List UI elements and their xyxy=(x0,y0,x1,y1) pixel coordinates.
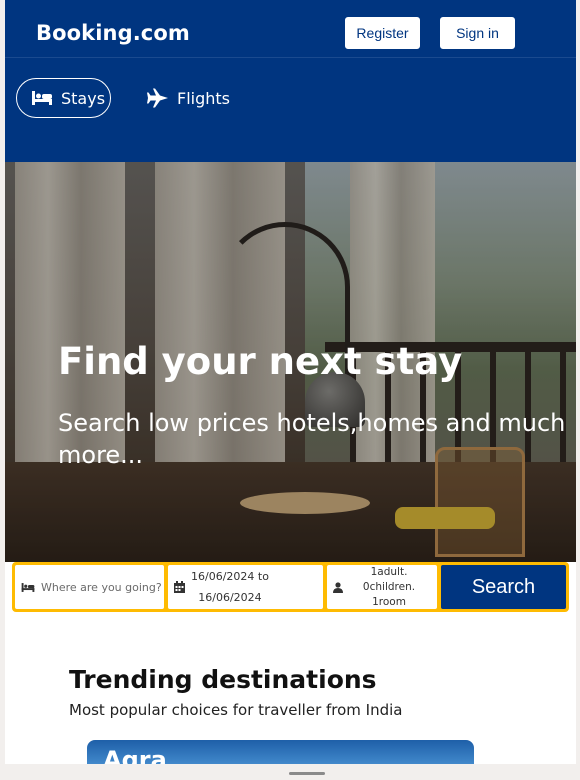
bed-icon xyxy=(32,91,52,105)
search-bar: Where are you going? 16/06/2024 to 16/06… xyxy=(12,562,569,612)
tab-flights[interactable]: Flights xyxy=(147,78,230,118)
search-button[interactable]: Search xyxy=(441,565,566,609)
header: Booking.com Register Sign in Stays Fligh… xyxy=(5,0,576,162)
home-indicator[interactable] xyxy=(289,772,325,775)
register-button[interactable]: Register xyxy=(345,17,420,49)
guests-selector[interactable]: 1adult. 0children. 1room xyxy=(327,565,437,609)
hero-title: Find your next stay xyxy=(58,340,463,383)
guests-rooms: 1room xyxy=(372,595,406,608)
guests-adults: 1adult. xyxy=(370,565,408,578)
date-range: 16/06/2024 to 16/06/2024 xyxy=(191,566,269,608)
sign-in-button[interactable]: Sign in xyxy=(440,17,515,49)
tab-stays-label: Stays xyxy=(61,88,106,108)
header-divider xyxy=(5,57,576,58)
tab-flights-label: Flights xyxy=(177,88,230,108)
destination-placeholder: Where are you going? xyxy=(41,580,162,594)
guests-summary: 1adult. 0children. 1room xyxy=(349,565,429,610)
logo[interactable]: Booking.com xyxy=(36,21,190,45)
page: Booking.com Register Sign in Stays Fligh… xyxy=(5,0,576,780)
bed-icon xyxy=(21,582,35,592)
tab-stays[interactable]: Stays xyxy=(16,78,111,118)
calendar-icon xyxy=(174,581,185,593)
person-icon xyxy=(333,581,343,593)
airplane-icon xyxy=(147,88,168,108)
trending-subtitle: Most popular choices for traveller from … xyxy=(69,701,403,719)
date-from: 16/06/2024 to xyxy=(191,570,269,583)
trending-title: Trending destinations xyxy=(69,665,377,694)
hero-subtitle: Search low prices hotels,homes and much … xyxy=(58,409,566,469)
date-to: 16/06/2024 xyxy=(198,591,262,604)
guests-children: 0children. xyxy=(362,580,416,593)
hero-banner: Find your next stay Search low prices ho… xyxy=(5,162,576,562)
destination-input[interactable]: Where are you going? xyxy=(15,565,164,609)
date-picker[interactable]: 16/06/2024 to 16/06/2024 xyxy=(168,565,323,609)
